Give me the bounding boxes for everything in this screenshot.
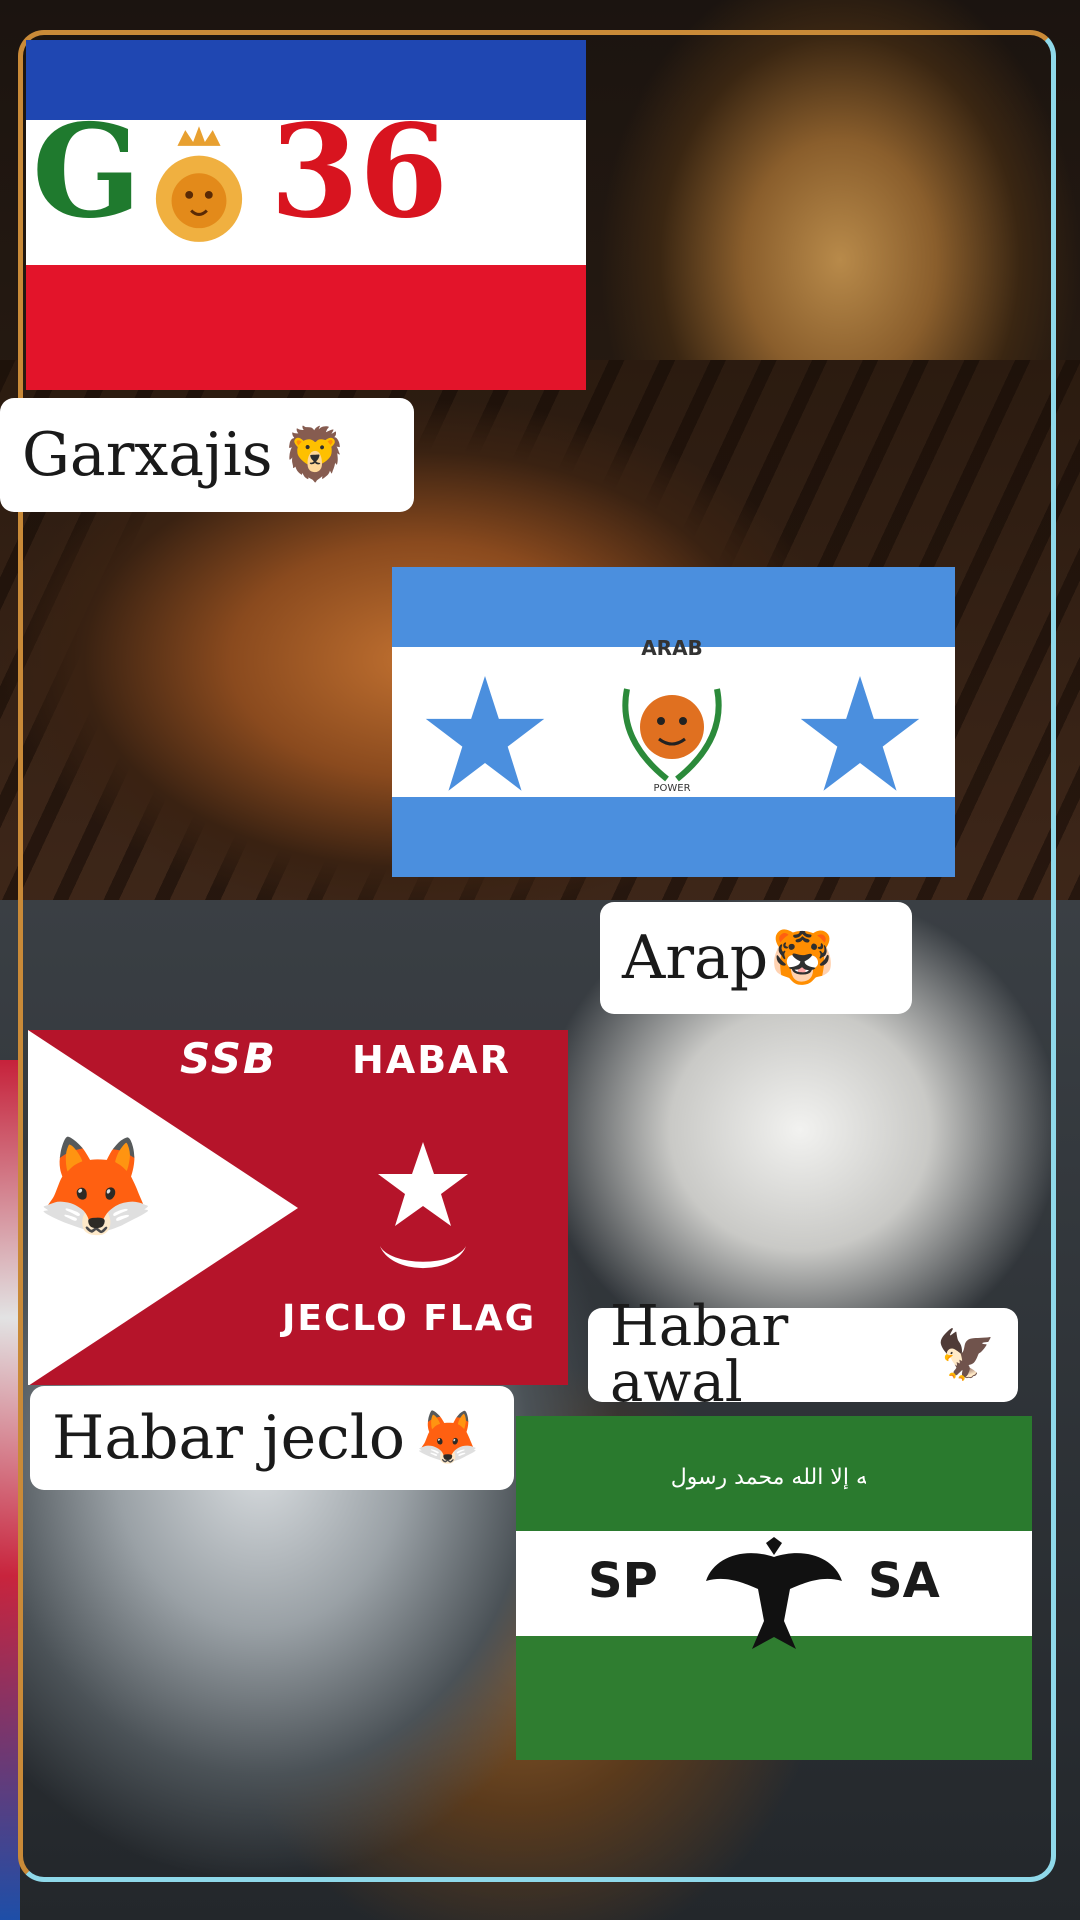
label-habar-jeclo: Habar jeclo 🦊 xyxy=(30,1386,514,1490)
flag-habar-jeclo: 🦊 SSB HABAR JECLO FLAG xyxy=(28,1030,568,1385)
lion-icon: 🦁 xyxy=(282,425,348,485)
flag-sp-text: SP xyxy=(588,1553,658,1609)
label-habar-awal: Habar awal 🦅 xyxy=(588,1299,1018,1411)
flag-bottom-text: JECLO FLAG xyxy=(282,1298,537,1339)
star-crescent-icon xyxy=(378,1142,468,1269)
emblem-top-text: ARAB xyxy=(641,636,703,660)
calligraphy-shahada: لا إله إلا الله محمد رسول الله xyxy=(666,1465,866,1490)
flag-sp-sa: لا إله إلا الله محمد رسول الله SP SA xyxy=(516,1416,1032,1760)
fox-icon: 🦊 xyxy=(36,1130,156,1242)
double-eagle-icon xyxy=(706,1537,842,1649)
label-arap: Arap 🐯 xyxy=(600,902,912,1014)
logo-letter: G xyxy=(32,97,142,247)
label-garxajis-text: Garxajis xyxy=(22,420,273,490)
tiger-emblem-icon: ARAB POWER xyxy=(622,636,722,794)
shahada-text: لا إله إلا الله محمد رسول الله xyxy=(666,1465,866,1490)
label-arap-text: Arap xyxy=(622,923,769,993)
emblem-bottom-text: POWER xyxy=(653,783,690,794)
tiger-icon: 🐯 xyxy=(770,928,835,988)
flag-g36: G 36 xyxy=(26,40,586,390)
eagle-icon: 🦅 xyxy=(936,1327,996,1383)
logo-number: 36 xyxy=(270,97,449,247)
label-habar-awal-text: Habar awal xyxy=(610,1294,789,1415)
flag-sa-text: SA xyxy=(868,1553,940,1609)
star-icon xyxy=(800,676,920,791)
label-habar-jeclo-text: Habar jeclo xyxy=(52,1403,406,1473)
lion-crest-icon xyxy=(155,126,243,242)
edge-stripe xyxy=(0,1060,20,1920)
star-icon xyxy=(425,676,545,791)
fox-icon: 🦊 xyxy=(415,1408,480,1468)
flag-arab: ARAB POWER xyxy=(392,567,955,877)
label-garxajis: Garxajis 🦁 xyxy=(0,398,414,512)
flag-left-text: SSB xyxy=(180,1034,278,1083)
flag-right-text: HABAR xyxy=(352,1038,511,1082)
